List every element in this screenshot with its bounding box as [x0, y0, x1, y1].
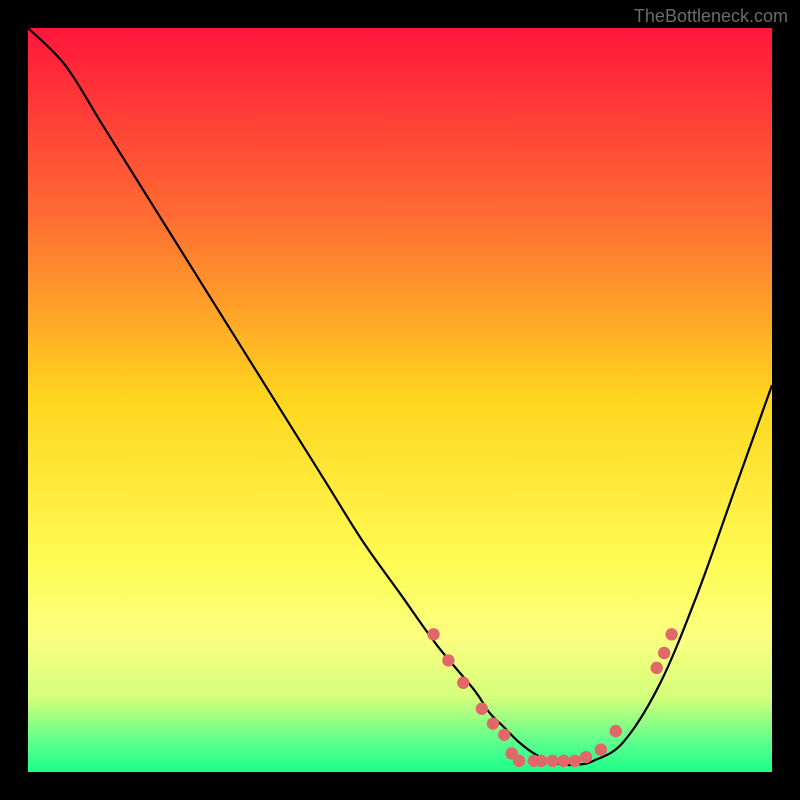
gradient-background: [28, 28, 772, 772]
data-point-marker: [569, 755, 581, 767]
chart-svg: [28, 28, 772, 772]
chart-area: [28, 28, 772, 772]
data-point-marker: [513, 755, 525, 767]
data-point-marker: [658, 647, 670, 659]
data-point-marker: [498, 729, 510, 741]
data-point-marker: [595, 743, 607, 755]
data-point-marker: [487, 717, 499, 729]
data-point-marker: [610, 725, 622, 737]
data-point-marker: [546, 755, 558, 767]
data-point-marker: [457, 677, 469, 689]
watermark-text: TheBottleneck.com: [634, 6, 788, 27]
data-point-marker: [476, 703, 488, 715]
data-point-marker: [442, 654, 454, 666]
data-point-marker: [557, 755, 569, 767]
data-point-marker: [535, 755, 547, 767]
data-point-marker: [580, 751, 592, 763]
data-point-marker: [650, 662, 662, 674]
data-point-marker: [427, 628, 439, 640]
data-point-marker: [665, 628, 677, 640]
